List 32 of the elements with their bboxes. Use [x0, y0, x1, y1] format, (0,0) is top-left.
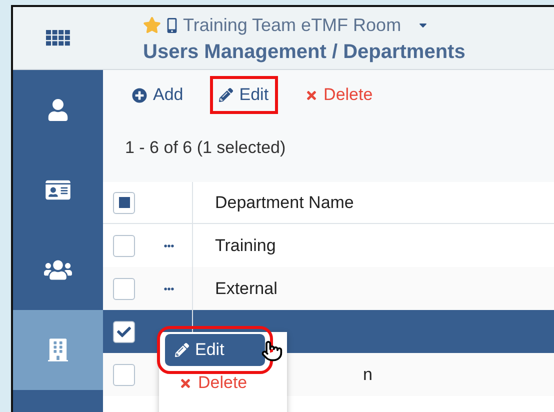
check-icon	[117, 324, 131, 338]
row-checkbox[interactable]	[113, 320, 135, 342]
delete-button[interactable]: Delete	[296, 76, 382, 114]
apps-grid-icon[interactable]	[46, 30, 70, 46]
pencil-icon	[219, 88, 234, 102]
hand-cursor-icon	[261, 338, 283, 364]
user-icon	[48, 99, 68, 121]
menu-edit-button[interactable]: Edit	[165, 334, 265, 366]
page-title: Users Management / Departments	[143, 40, 466, 64]
mobile-icon	[167, 18, 177, 32]
edit-button[interactable]: Edit	[210, 76, 278, 114]
column-header[interactable]: Department Name	[215, 190, 354, 216]
select-all-checkbox[interactable]	[113, 192, 135, 214]
room-name: Training Team eTMF Room	[183, 14, 402, 37]
delete-icon	[304, 88, 318, 102]
row-checkbox[interactable]	[113, 234, 135, 256]
add-icon	[132, 88, 147, 102]
add-button[interactable]: Add	[123, 76, 192, 114]
building-icon	[48, 337, 68, 363]
row-checkbox[interactable]	[113, 364, 135, 386]
sidebar-item[interactable]	[13, 310, 103, 390]
delete-icon	[179, 376, 192, 390]
row-checkbox[interactable]	[113, 278, 135, 300]
table-row[interactable]: External	[103, 267, 554, 310]
department-name: Training	[215, 234, 276, 257]
pencil-icon	[175, 343, 189, 357]
group-icon	[44, 258, 72, 282]
record-count: 1 - 6 of 6 (1 selected)	[125, 137, 286, 160]
star-icon[interactable]	[143, 16, 161, 34]
id-card-icon	[45, 179, 71, 201]
department-name: n	[363, 364, 372, 386]
department-name: External	[215, 278, 278, 300]
